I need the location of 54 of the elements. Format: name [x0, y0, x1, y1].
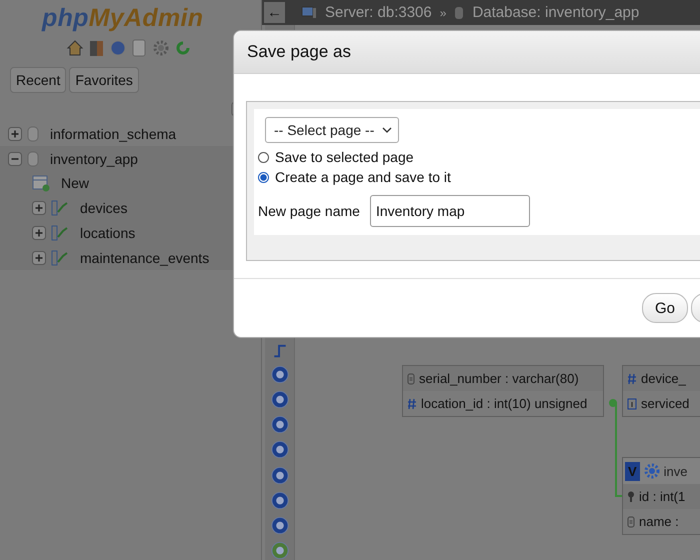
phpmyadmin-logo: phpMyAdmin: [42, 4, 204, 33]
home-icon[interactable]: [66, 39, 84, 57]
field-label: New page name: [258, 203, 360, 219]
round-tool-icon[interactable]: [270, 415, 290, 434]
page-select[interactable]: -- Select page --: [265, 117, 400, 143]
round-tool-icon[interactable]: [270, 490, 290, 510]
nav-button[interactable]: Favorites: [69, 67, 139, 93]
page-name-field[interactable]: Inventory map: [370, 195, 530, 227]
radio-button[interactable]: [258, 172, 269, 182]
expand-icon[interactable]: [8, 126, 22, 140]
table-item[interactable]: maintenance_events: [74, 250, 210, 266]
table-card[interactable]: serial_number : varchar(80) location_id : int(10) unsigned: [402, 365, 604, 417]
hash-icon: [627, 372, 637, 384]
table-item[interactable]: locations: [74, 224, 136, 240]
table-name: inve: [664, 464, 688, 478]
table-card[interactable]: device_ serviced: [622, 365, 700, 417]
go-button[interactable]: Go: [642, 293, 688, 323]
breadcrumb-separator: »: [440, 6, 446, 20]
text-field-icon: [627, 516, 635, 528]
round-tool-icon[interactable]: [270, 466, 290, 485]
column-label: location_id : int(10) unsigned: [421, 396, 588, 411]
column-label: id : int(1: [639, 489, 686, 504]
text-field-icon: [407, 372, 415, 384]
database-icon: [27, 150, 39, 166]
key-icon: [627, 490, 635, 502]
dialog-title: Save page as: [247, 42, 351, 62]
radio-label[interactable]: Create a page and save to it: [275, 169, 451, 185]
collapse-icon[interactable]: [8, 152, 22, 166]
round-tool-icon[interactable]: [270, 516, 290, 535]
server-icon: [301, 6, 317, 20]
database-item[interactable]: information_schema: [44, 126, 176, 142]
expand-icon[interactable]: [32, 250, 46, 264]
table-item[interactable]: devices: [74, 200, 128, 216]
radio-button[interactable]: [258, 152, 269, 162]
calendar-icon: [627, 398, 637, 410]
column-label: device_: [641, 371, 686, 386]
new-table-icon[interactable]: [32, 174, 50, 192]
round-tool-icon[interactable]: [270, 365, 290, 384]
column-label: serviced: [641, 396, 690, 411]
table-item[interactable]: New: [55, 174, 90, 190]
column-label: name :: [639, 514, 679, 529]
database-icon: [27, 126, 39, 142]
hash-icon: [407, 398, 417, 410]
nav-button[interactable]: Recent: [10, 67, 66, 93]
database-icon: [454, 6, 464, 20]
server-breadcrumb[interactable]: Server: db:3306: [325, 4, 432, 21]
round-tool-icon[interactable]: [270, 390, 290, 410]
radio-label[interactable]: Save to selected page: [275, 149, 414, 165]
column-label: serial_number : varchar(80): [419, 371, 579, 386]
chevron-down-icon: [382, 127, 392, 133]
expand-icon[interactable]: [32, 226, 46, 240]
expand-icon[interactable]: [32, 200, 46, 214]
database-breadcrumb[interactable]: Database: inventory_app: [472, 4, 640, 21]
round-tool-icon[interactable]: [270, 440, 290, 460]
